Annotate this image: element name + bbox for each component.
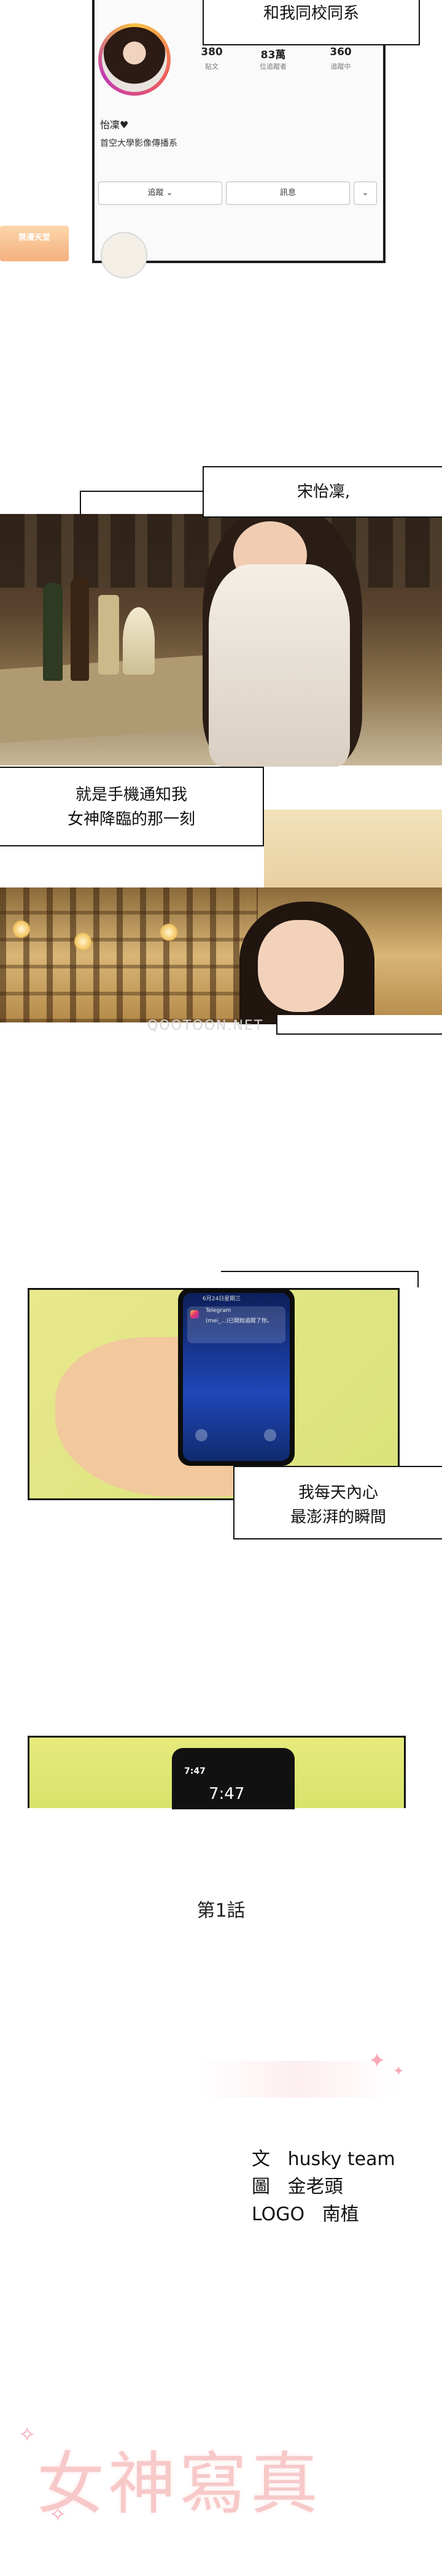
chevron-down-icon: ⌄	[362, 188, 369, 197]
sparkle-icon: ✧	[18, 2423, 36, 2447]
profile-bio: 首空大學影像傳播系	[100, 139, 177, 148]
wine-glass	[123, 607, 155, 675]
bubble-4-line-2: 最澎湃的瞬間	[290, 1508, 386, 1527]
bubble-3-line-2: 女神降臨的那一刻	[67, 810, 195, 829]
follow-label: 追蹤	[147, 188, 164, 197]
credit-logo: LOGO 南植	[252, 2199, 359, 2226]
sparkle-icon: ✦	[393, 2064, 405, 2079]
story-highlight[interactable]	[101, 232, 147, 278]
sparkle-icon: ✦	[368, 2049, 386, 2073]
panel-frame-bottom	[276, 1015, 442, 1035]
chevron-down-icon: ⌄	[166, 188, 173, 197]
credit-logo-value: 南植	[322, 2204, 359, 2225]
stat-posts-count: 380	[201, 46, 223, 58]
wine-bottle	[71, 577, 89, 681]
credit-artist: 圖 金老頭	[252, 2171, 343, 2198]
site-watermark: QOOTOON.NET	[147, 1018, 264, 1033]
bubble-3-line-1: 就是手機通知我	[75, 786, 187, 804]
lamp-icon	[12, 920, 31, 938]
woman-face	[258, 920, 344, 1012]
chapter-title: 第1話	[196, 1900, 246, 1922]
follow-button[interactable]: 追蹤 ⌄	[98, 182, 222, 205]
watermark-text: 禁漫天堂	[18, 233, 50, 242]
speech-bubble-1: 和我同校同系	[203, 0, 420, 45]
stat-followers-label: 位追蹤者	[260, 63, 287, 71]
woman-dress	[209, 564, 350, 767]
stat-following-label: 追蹤中	[330, 63, 351, 71]
message-label: 訊息	[279, 188, 296, 197]
profile-name: 怡凜♥	[100, 119, 129, 131]
status-time: 7:47	[184, 1766, 206, 1776]
stat-followers-count: 83萬	[260, 49, 286, 61]
wine-rack	[0, 887, 258, 1022]
avatar[interactable]	[102, 27, 167, 92]
series-title-logo: 女神寫真	[37, 2445, 322, 2523]
wine-wall-top	[264, 810, 442, 887]
notification-date: 6月24日星期三	[203, 1296, 241, 1302]
wine-bottle	[98, 595, 119, 675]
speech-bubble-2: 宋怡凜,	[203, 466, 442, 518]
speech-bubble-4: 我每天內心 最澎湃的瞬間	[233, 1466, 442, 1539]
lockscreen-clock: 7:47	[209, 1785, 245, 1803]
stat-following-count: 360	[330, 46, 352, 58]
credit-writer: 文 husky team	[252, 2144, 395, 2171]
notification-text: (mei_...)已開始追蹤了你。	[206, 1318, 273, 1324]
watermark-logo: 禁漫天堂	[0, 226, 69, 261]
notification-app: Telegram	[206, 1308, 231, 1314]
credit-logo-label: LOGO	[252, 2204, 305, 2225]
bubble-4-line-1: 我每天內心	[298, 1484, 378, 1502]
camera-icon[interactable]	[264, 1429, 276, 1441]
credit-writer-value: husky team	[287, 2149, 395, 2170]
credit-artist-label: 圖	[252, 2176, 270, 2198]
notification-card[interactable]	[187, 1306, 285, 1343]
wine-bottle	[43, 583, 63, 681]
panel-frame-top	[221, 1271, 419, 1287]
lamp-icon	[74, 932, 92, 951]
message-button[interactable]: 訊息	[226, 182, 350, 205]
credit-writer-label: 文	[252, 2149, 270, 2170]
instagram-icon	[190, 1310, 199, 1319]
more-button[interactable]: ⌄	[354, 182, 377, 205]
bubble-1-text: 和我同校同系	[263, 4, 359, 23]
lamp-icon	[160, 923, 178, 941]
credit-artist-value: 金老頭	[287, 2176, 343, 2198]
bubble-2-text: 宋怡凜,	[297, 483, 351, 501]
speech-bubble-3: 就是手機通知我 女神降臨的那一刻	[0, 767, 264, 846]
flashlight-icon[interactable]	[195, 1429, 207, 1441]
stat-posts-label: 貼文	[205, 63, 219, 71]
